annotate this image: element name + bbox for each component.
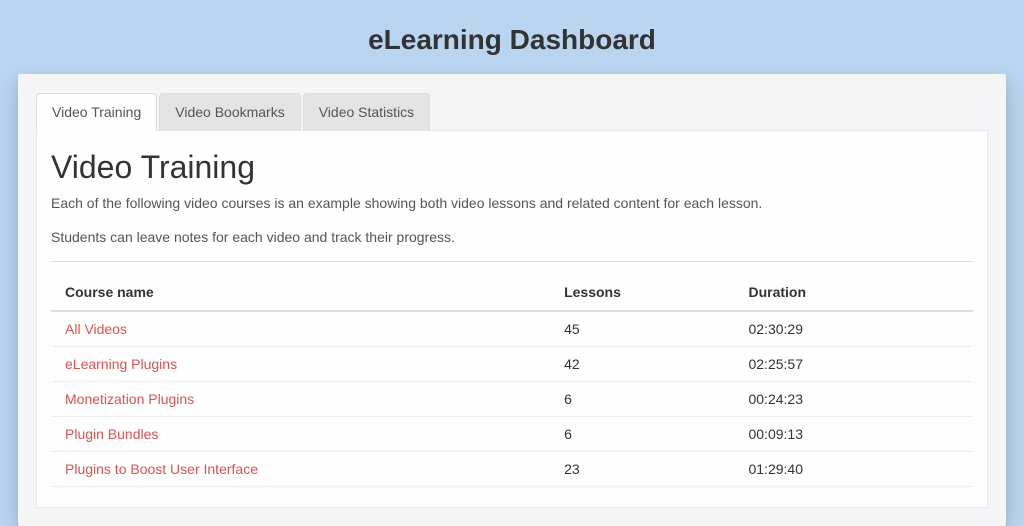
th-lessons: Lessons xyxy=(558,274,742,311)
th-course-name: Course name xyxy=(51,274,558,311)
content-description-2: Students can leave notes for each video … xyxy=(51,228,973,248)
duration-cell: 02:30:29 xyxy=(742,311,973,347)
course-link[interactable]: eLearning Plugins xyxy=(65,356,177,372)
lessons-cell: 23 xyxy=(558,452,742,487)
tab-video-bookmarks[interactable]: Video Bookmarks xyxy=(159,93,300,131)
th-duration: Duration xyxy=(742,274,973,311)
tab-video-statistics[interactable]: Video Statistics xyxy=(303,93,430,131)
table-row: All Videos 45 02:30:29 xyxy=(51,311,973,347)
tabs-nav: Video Training Video Bookmarks Video Sta… xyxy=(36,92,988,131)
course-link[interactable]: Plugin Bundles xyxy=(65,426,158,442)
duration-cell: 02:25:57 xyxy=(742,347,973,382)
tab-video-training[interactable]: Video Training xyxy=(36,93,157,131)
content-title: Video Training xyxy=(51,149,973,186)
duration-cell: 00:09:13 xyxy=(742,417,973,452)
table-row: eLearning Plugins 42 02:25:57 xyxy=(51,347,973,382)
table-row: Monetization Plugins 6 00:24:23 xyxy=(51,382,973,417)
lessons-cell: 6 xyxy=(558,417,742,452)
divider xyxy=(51,261,973,262)
course-link[interactable]: All Videos xyxy=(65,321,127,337)
lessons-cell: 6 xyxy=(558,382,742,417)
table-header-row: Course name Lessons Duration xyxy=(51,274,973,311)
content-description-1: Each of the following video courses is a… xyxy=(51,194,973,214)
duration-cell: 00:24:23 xyxy=(742,382,973,417)
table-row: Plugin Bundles 6 00:09:13 xyxy=(51,417,973,452)
lessons-cell: 45 xyxy=(558,311,742,347)
course-link[interactable]: Monetization Plugins xyxy=(65,391,194,407)
courses-table: Course name Lessons Duration All Videos … xyxy=(51,274,973,487)
course-link[interactable]: Plugins to Boost User Interface xyxy=(65,461,258,477)
dashboard-panel: Video Training Video Bookmarks Video Sta… xyxy=(18,74,1006,526)
page-title: eLearning Dashboard xyxy=(0,0,1024,74)
duration-cell: 01:29:40 xyxy=(742,452,973,487)
table-row: Plugins to Boost User Interface 23 01:29… xyxy=(51,452,973,487)
tab-content: Video Training Each of the following vid… xyxy=(36,131,988,508)
lessons-cell: 42 xyxy=(558,347,742,382)
